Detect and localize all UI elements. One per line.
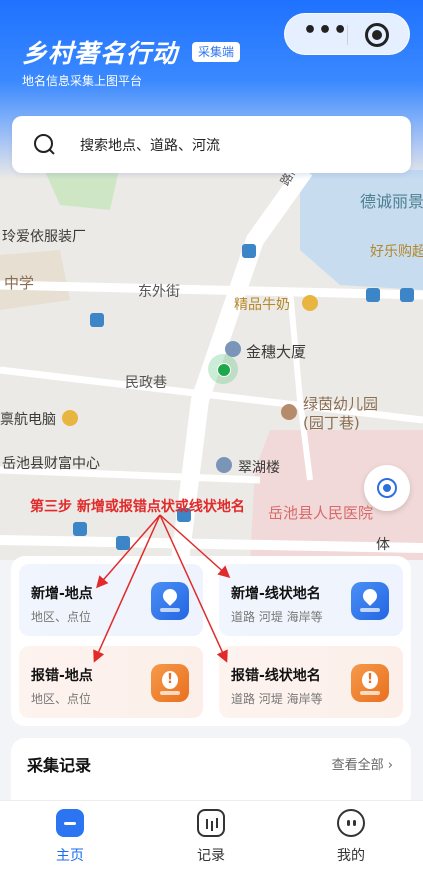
tab-label: 记录 xyxy=(197,848,225,864)
card-title: 报错-线状地名 xyxy=(231,668,321,684)
tab-bar: 主页 记录 我的 xyxy=(0,800,423,875)
bus-stop-icon xyxy=(116,536,130,550)
tab-home[interactable]: 主页 xyxy=(30,809,110,871)
shop-icon xyxy=(62,410,78,426)
app-page: 德诚丽景 路尚道 玲爱依服装厂 好乐购超 中学 东外街 精品牛奶 金穗大厦 民政… xyxy=(0,0,423,875)
add-point-card[interactable]: 新增-地点 地区、点位 xyxy=(19,564,203,636)
map-label-caifu: 岳池县财富中心 xyxy=(2,456,100,472)
bus-stop-icon xyxy=(400,288,414,302)
view-all-link[interactable]: 查看全部 › xyxy=(332,754,393,773)
bus-stop-icon xyxy=(73,522,87,536)
app-subtitle: 地名信息采集上图平台 xyxy=(22,74,143,88)
line-add-icon xyxy=(351,582,389,620)
more-icon[interactable]: ••• xyxy=(303,20,347,44)
location-error-icon xyxy=(151,664,189,702)
location-add-icon xyxy=(151,582,189,620)
locate-button[interactable] xyxy=(364,465,410,511)
shop-icon xyxy=(302,295,318,311)
app-badge: 采集端 xyxy=(192,42,241,62)
tab-label: 主页 xyxy=(56,848,84,864)
map-label-jinsui: 金穗大厦 xyxy=(246,343,307,361)
tab-records[interactable]: 记录 xyxy=(171,809,251,871)
card-title: 报错-地点 xyxy=(31,668,93,684)
school-icon xyxy=(281,404,297,420)
records-icon xyxy=(197,809,225,837)
home-icon xyxy=(56,809,84,837)
capsule-divider xyxy=(347,25,348,45)
line-error-icon xyxy=(351,664,389,702)
records-title: 采集记录 xyxy=(27,756,92,775)
map-label-jingpin: 精品牛奶 xyxy=(234,297,290,313)
map-label-dongwai: 东外街 xyxy=(138,284,180,300)
map-label-cuihu: 翠湖楼 xyxy=(238,460,280,476)
tutorial-annotation: 第三步 新增或报错点状或线状地名 xyxy=(30,499,245,515)
profile-icon xyxy=(337,809,365,837)
card-subtitle: 地区、点位 xyxy=(31,692,92,706)
map-label-haole: 好乐购超 xyxy=(370,244,423,260)
map-label-lvyin: 绿茵幼儿园 xyxy=(303,395,379,413)
report-line-card[interactable]: 报错-线状地名 道路 河堤 海岸等 xyxy=(219,646,403,718)
map-label-decheng: 德诚丽景 xyxy=(360,192,423,211)
search-bar[interactable]: 搜索地点、道路、河流 xyxy=(12,116,411,173)
action-panel: 新增-地点 地区、点位 新增-线状地名 道路 河堤 海岸等 报错-地点 地区、点… xyxy=(11,556,411,726)
tab-label: 我的 xyxy=(337,848,365,864)
map-label-hanghang: 禀航电脑 xyxy=(0,412,56,428)
report-point-card[interactable]: 报错-地点 地区、点位 xyxy=(19,646,203,718)
map-label-minzheng: 民政巷 xyxy=(125,375,167,391)
miniprogram-capsule: ••• xyxy=(284,13,410,55)
building-icon xyxy=(216,457,232,473)
bus-stop-icon xyxy=(366,288,380,302)
card-subtitle: 地区、点位 xyxy=(31,610,92,624)
map-label-hospital: 岳池县人民医院 xyxy=(268,504,374,522)
bus-stop-icon xyxy=(242,244,256,258)
search-placeholder: 搜索地点、道路、河流 xyxy=(80,138,220,154)
map-label-school: 中学 xyxy=(4,274,35,292)
card-subtitle: 道路 河堤 海岸等 xyxy=(231,610,323,624)
add-line-card[interactable]: 新增-线状地名 道路 河堤 海岸等 xyxy=(219,564,403,636)
search-icon xyxy=(34,134,54,154)
card-subtitle: 道路 河堤 海岸等 xyxy=(231,692,323,706)
map-label-lingai: 玲爱依服装厂 xyxy=(2,229,86,245)
map-label-ti: 体 xyxy=(376,537,390,553)
card-title: 新增-地点 xyxy=(31,586,93,602)
app-title: 乡村著名行动 xyxy=(22,39,179,68)
bus-stop-icon xyxy=(90,313,104,327)
current-location-marker xyxy=(208,354,238,384)
close-target-icon[interactable] xyxy=(365,23,389,47)
map-label-lvyin-sub: (园丁巷) xyxy=(303,414,360,432)
tab-profile[interactable]: 我的 xyxy=(311,809,391,871)
card-title: 新增-线状地名 xyxy=(231,586,321,602)
